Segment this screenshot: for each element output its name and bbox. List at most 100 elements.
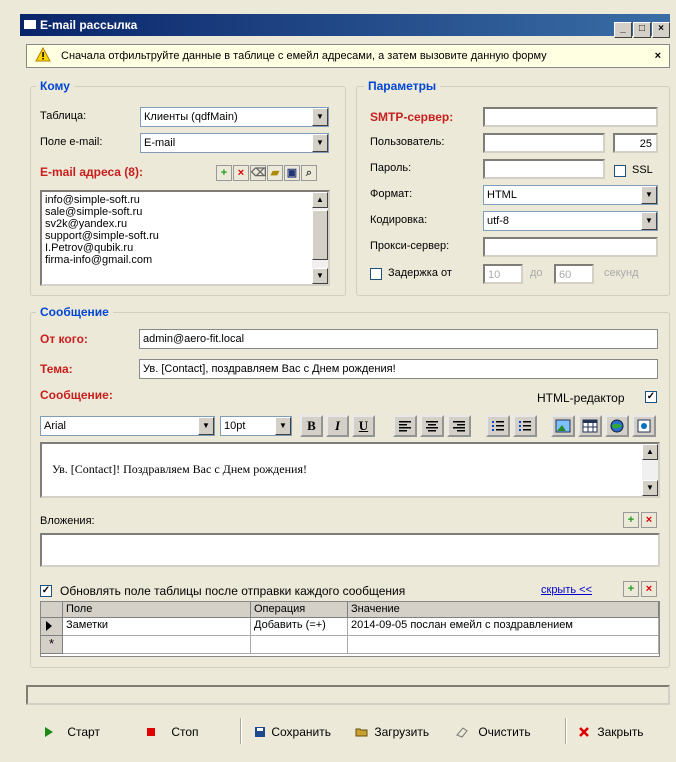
chevron-down-icon[interactable]: ▼ — [641, 212, 657, 230]
list-item[interactable]: sale@simple-soft.ru — [42, 206, 328, 218]
update-grid[interactable]: Поле Операция Значение Заметки Добавить … — [40, 601, 660, 657]
table-cell[interactable]: Заметки — [63, 618, 251, 636]
emails-scrollbar[interactable]: ▲ ▼ — [312, 192, 328, 284]
update-field-checkbox[interactable]: ✓ — [40, 585, 52, 597]
list-item[interactable]: info@simple-soft.ru — [42, 194, 328, 206]
bold-button[interactable]: B — [300, 415, 323, 437]
add-icon[interactable]: + — [216, 165, 232, 181]
eraser-icon[interactable]: ⌫ — [250, 165, 267, 181]
source-code-button[interactable] — [632, 415, 656, 437]
format-select[interactable]: HTML ▼ — [483, 185, 658, 205]
table-cell[interactable]: 2014-09-05 послан емейл с поздравлением — [348, 618, 659, 636]
chevron-down-icon[interactable]: ▼ — [312, 134, 328, 152]
close-button[interactable]: Закрыть — [578, 724, 644, 740]
new-row-marker[interactable]: * — [41, 636, 63, 654]
start-button[interactable]: Старт — [44, 724, 100, 740]
list-item[interactable]: support@simple-soft.ru — [42, 230, 328, 242]
folder-open-icon[interactable]: ▰ — [267, 165, 283, 181]
port-input[interactable]: 25 — [613, 133, 658, 153]
search-icon[interactable]: ⌕ — [301, 165, 317, 181]
attachments-list[interactable] — [40, 533, 660, 567]
scroll-down-icon[interactable]: ▼ — [642, 480, 658, 496]
table-cell[interactable] — [251, 636, 348, 654]
from-input[interactable]: admin@aero-fit.local — [139, 329, 658, 349]
delete-attachment-icon[interactable]: × — [641, 512, 657, 528]
email-field-select[interactable]: E-mail ▼ — [140, 133, 329, 153]
encoding-select[interactable]: utf-8 ▼ — [483, 211, 658, 231]
message-body-editor[interactable]: Ув. [Contact]! Поздравляем Вас с Днем ро… — [40, 442, 660, 498]
delete-icon[interactable]: × — [233, 165, 249, 181]
delete-row-icon[interactable]: × — [641, 581, 657, 597]
smtp-input[interactable] — [483, 107, 658, 127]
chevron-down-icon[interactable]: ▼ — [641, 186, 657, 204]
chevron-down-icon[interactable]: ▼ — [198, 417, 214, 435]
body-scrollbar[interactable]: ▲ ▼ — [642, 444, 658, 496]
emails-list[interactable]: info@simple-soft.ru sale@simple-soft.ru … — [40, 190, 330, 286]
insert-table-button[interactable] — [578, 415, 602, 437]
play-icon — [45, 727, 53, 737]
recipients-legend: Кому — [36, 79, 74, 93]
maximize-button[interactable]: □ — [633, 22, 651, 38]
scroll-up-icon[interactable]: ▲ — [312, 192, 328, 208]
stop-button[interactable]: Стоп — [146, 724, 199, 740]
underline-button[interactable]: U — [352, 415, 375, 437]
code-view-icon — [637, 419, 651, 433]
align-center-button[interactable] — [420, 415, 444, 437]
insert-link-button[interactable] — [605, 415, 629, 437]
align-right-button[interactable] — [447, 415, 471, 437]
load-button[interactable]: Загрузить — [355, 724, 429, 740]
column-header[interactable]: Операция — [251, 602, 348, 618]
html-editor-checkbox[interactable]: ✓ — [645, 391, 657, 403]
delay-checkbox[interactable] — [370, 268, 382, 280]
save-icon[interactable]: ▣ — [284, 165, 300, 181]
close-window-button[interactable]: × — [652, 22, 670, 38]
hide-link[interactable]: скрыть << — [541, 584, 592, 596]
row-selector[interactable] — [41, 618, 63, 636]
column-header[interactable]: Значение — [348, 602, 659, 618]
table-cell[interactable] — [348, 636, 659, 654]
add-row-icon[interactable]: + — [623, 581, 639, 597]
align-left-button[interactable] — [393, 415, 417, 437]
proxy-input[interactable] — [483, 237, 658, 257]
table-select[interactable]: Клиенты (qdfMain) ▼ — [140, 107, 329, 127]
message-legend: Сообщение — [36, 305, 113, 319]
size-select[interactable]: 10pt ▼ — [220, 416, 292, 436]
italic-button[interactable]: I — [326, 415, 349, 437]
save-icon — [255, 727, 265, 737]
chevron-down-icon[interactable]: ▼ — [312, 108, 328, 126]
list-item[interactable]: sv2k@yandex.ru — [42, 218, 328, 230]
align-right-icon — [453, 421, 465, 432]
ssl-checkbox[interactable] — [614, 165, 626, 177]
align-center-icon — [426, 421, 438, 432]
add-attachment-icon[interactable]: + — [623, 512, 639, 528]
info-notice: Сначала отфильтруйте данные в таблице с … — [26, 44, 670, 68]
smtp-label: SMTP-сервер: — [370, 110, 454, 124]
scroll-thumb[interactable] — [312, 210, 328, 260]
insert-image-button[interactable] — [551, 415, 575, 437]
chevron-down-icon[interactable]: ▼ — [275, 417, 291, 435]
minimize-button[interactable]: _ — [614, 22, 632, 38]
close-icon — [579, 727, 589, 737]
password-input[interactable] — [483, 159, 605, 179]
scroll-down-icon[interactable]: ▼ — [312, 268, 328, 284]
notice-close-button[interactable]: × — [655, 45, 661, 67]
stop-icon — [147, 728, 155, 736]
user-input[interactable] — [483, 133, 605, 153]
email-field-label: Поле e-mail: — [40, 136, 103, 148]
table-cell[interactable]: Добавить (=+) — [251, 618, 348, 636]
save-button[interactable]: Сохранить — [254, 724, 331, 740]
bullet-list-button[interactable] — [486, 415, 510, 437]
delay-from-input[interactable]: 10 — [483, 264, 523, 284]
format-label: Формат: — [370, 188, 413, 200]
table-cell[interactable] — [63, 636, 251, 654]
list-item[interactable]: firma-info@gmail.com — [42, 254, 328, 266]
stop-label: Стоп — [171, 725, 199, 739]
font-select[interactable]: Arial ▼ — [40, 416, 215, 436]
subject-input[interactable]: Ув. [Contact], поздравляем Вас с Днем ро… — [139, 359, 658, 379]
clear-button[interactable]: Очистить — [455, 724, 531, 740]
list-item[interactable]: I.Petrov@qubik.ru — [42, 242, 328, 254]
column-header[interactable]: Поле — [63, 602, 251, 618]
scroll-up-icon[interactable]: ▲ — [642, 444, 658, 460]
delay-to-input[interactable]: 60 — [554, 264, 594, 284]
numbered-list-button[interactable] — [513, 415, 537, 437]
